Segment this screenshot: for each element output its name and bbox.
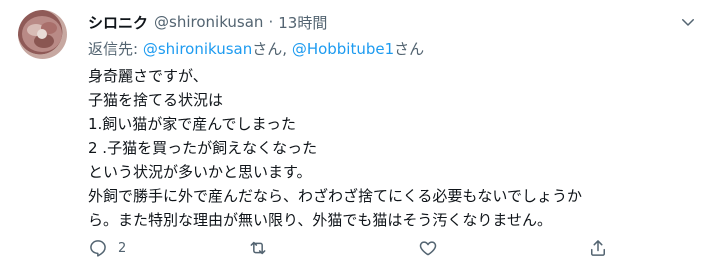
reply-count: 2 <box>118 240 127 256</box>
tweet-text: 身奇麗さですが、 子猫を捨てる状況は 1.飼い猫が家で産んでしまった 2 .子猫… <box>88 64 708 232</box>
succulent-avatar-image <box>22 16 62 52</box>
display-name[interactable]: シロニク <box>88 12 148 33</box>
reply-honorific: さん <box>394 40 425 58</box>
more-options-button[interactable] <box>676 10 700 34</box>
retweet-icon <box>250 241 266 255</box>
timestamp[interactable]: 13時間 <box>278 12 327 33</box>
tweet-header: シロニク @shironikusan · 13時間 <box>88 10 327 34</box>
tweet-text-line: 子猫を捨てる状況は <box>88 91 224 109</box>
tweet-text-line: ら。また特別な理由が無い限り、外猫でも猫はそう汚くなりません。 <box>88 211 552 229</box>
reply-mention-link[interactable]: @Hobbitube1 <box>292 40 394 58</box>
reply-icon <box>90 240 106 257</box>
tweet-text-line: 2 .子猫を買ったが飼えなくなった <box>88 139 318 157</box>
separator-dot: · <box>268 13 274 31</box>
retweet-button[interactable] <box>248 236 268 260</box>
reply-mention-link[interactable]: @shironikusan <box>143 40 252 58</box>
user-handle[interactable]: @shironikusan <box>154 13 263 31</box>
reply-honorific: さん, <box>252 40 292 58</box>
chevron-down-icon <box>682 19 694 26</box>
reply-prefix: 返信先: <box>88 40 143 58</box>
avatar[interactable] <box>18 10 67 59</box>
share-button[interactable] <box>588 236 608 260</box>
tweet-text-line: という状況が多いかと思います。 <box>88 163 312 181</box>
reply-context: 返信先: @shironikusanさん, @Hobbitube1さん <box>88 38 424 59</box>
reply-button[interactable]: 2 <box>88 236 126 260</box>
tweet-text-line: 1.飼い猫が家で産んでしまった <box>88 115 296 133</box>
heart-icon <box>419 241 437 256</box>
like-button[interactable] <box>418 236 438 260</box>
tweet-actions: 2 <box>88 236 628 260</box>
tweet-text-line: 身奇麗さですが、 <box>88 67 208 85</box>
tweet-text-line: 外飼で勝手に外で産んだなら、わざわざ捨てにくる必要もないでしょうか <box>88 187 582 205</box>
share-icon <box>591 240 605 256</box>
